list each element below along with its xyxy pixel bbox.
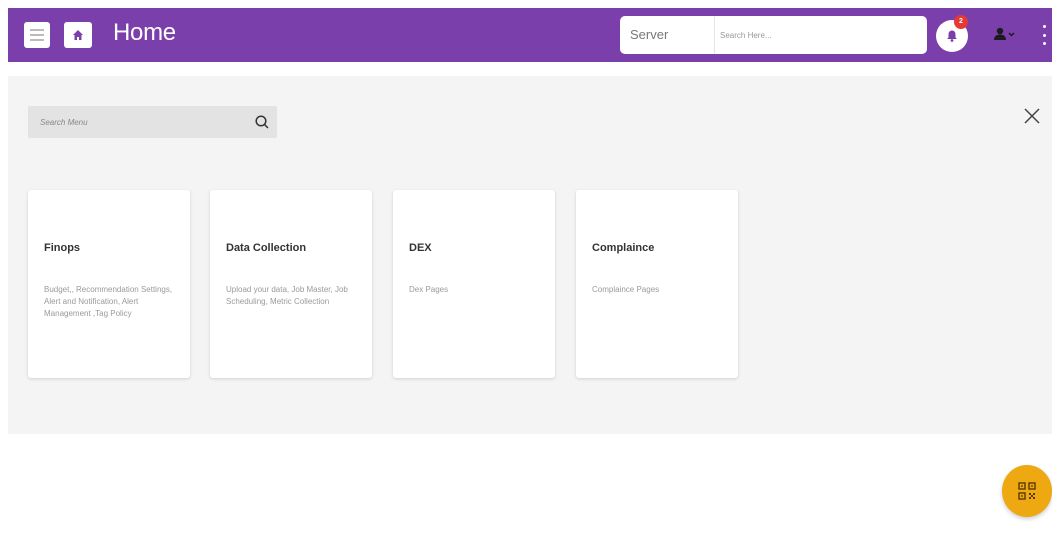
server-select[interactable]: Server — [620, 16, 715, 54]
qr-code-icon — [1018, 482, 1036, 500]
qr-code-fab-button[interactable] — [1002, 465, 1052, 517]
menu-search-box — [28, 106, 277, 138]
hamburger-icon — [30, 29, 44, 31]
notifications-button[interactable]: 2 — [936, 15, 968, 52]
menu-card-data-collection[interactable]: Data Collection Upload your data, Job Ma… — [210, 190, 372, 378]
menu-search-input[interactable] — [40, 106, 240, 138]
card-title: Finops — [44, 242, 81, 254]
card-title: DEX — [409, 242, 432, 254]
menu-card-complaince[interactable]: Complaince Complaince Pages — [576, 190, 738, 378]
card-description: Budget,, Recommendation Settings, Alert … — [44, 285, 173, 318]
top-app-bar: Home Server 2 — [8, 8, 1052, 62]
kebab-icon — [1042, 25, 1046, 28]
card-description: Dex Pages — [409, 285, 449, 294]
home-button[interactable] — [64, 22, 92, 48]
server-search-box: Server — [620, 16, 927, 54]
more-options-button[interactable] — [1040, 25, 1048, 45]
hamburger-menu-button[interactable] — [24, 22, 50, 48]
user-menu-button[interactable] — [992, 24, 1018, 44]
page-title: Home — [113, 19, 176, 46]
card-title: Data Collection — [226, 242, 307, 254]
user-dropdown-icon — [994, 27, 1015, 40]
global-search-input[interactable] — [720, 16, 920, 54]
card-description: Upload your data, Job Master, Job Schedu… — [226, 285, 348, 306]
search-icon[interactable] — [254, 114, 270, 130]
close-icon[interactable] — [1022, 106, 1042, 126]
menu-panel: Finops Budget,, Recommendation Settings,… — [8, 76, 1052, 434]
notification-count-badge: 2 — [954, 15, 968, 29]
menu-card-finops[interactable]: Finops Budget,, Recommendation Settings,… — [28, 190, 190, 378]
bell-icon — [947, 30, 957, 42]
home-icon — [73, 30, 83, 40]
menu-card-dex[interactable]: DEX Dex Pages — [393, 190, 555, 378]
card-description: Complaince Pages — [592, 285, 660, 294]
card-title: Complaince — [592, 242, 655, 254]
